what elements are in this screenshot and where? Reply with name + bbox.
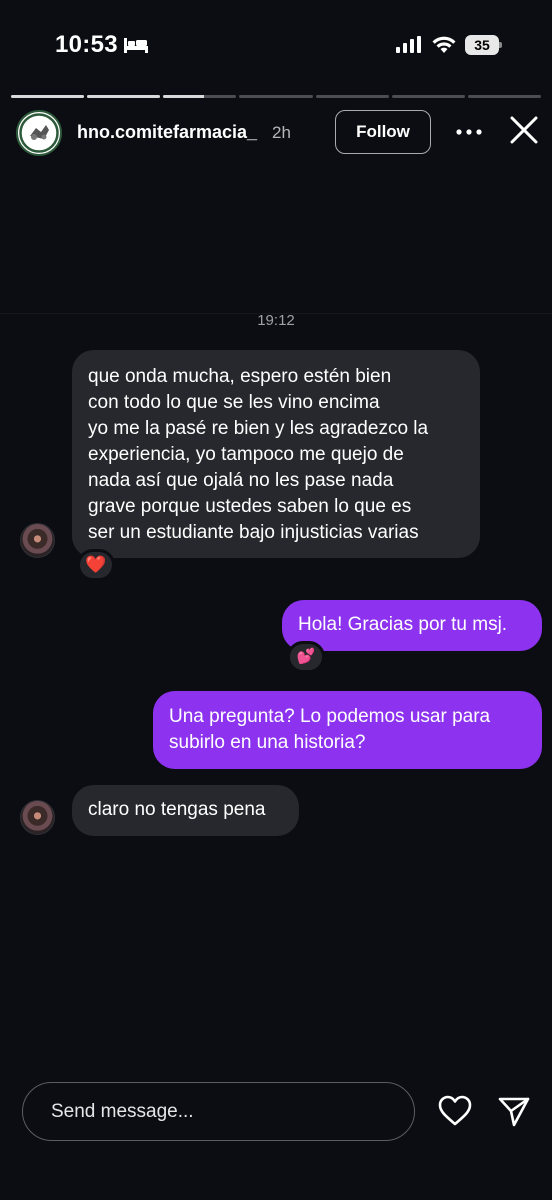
status-time: 10:53 xyxy=(55,31,118,58)
heart-reaction[interactable]: ❤️ xyxy=(77,549,115,581)
story-progress-bar xyxy=(11,95,541,98)
send-icon[interactable] xyxy=(497,1094,531,1128)
post-time: 2h xyxy=(272,123,291,142)
incoming-message[interactable]: claro no tengas pena xyxy=(72,785,299,836)
story-header: hno.comitefarmacia_ 2h Follow xyxy=(0,108,552,158)
profile-avatar[interactable] xyxy=(16,110,62,156)
story-progress-segment xyxy=(163,95,237,98)
logo-icon xyxy=(19,113,59,153)
status-bar: 10:53 35 xyxy=(0,0,552,90)
wifi-icon xyxy=(432,36,456,53)
message-timestamp: 19:12 xyxy=(257,312,295,329)
follow-button[interactable]: Follow xyxy=(335,110,431,154)
bed-icon xyxy=(124,38,148,53)
username[interactable]: hno.comitefarmacia_ xyxy=(77,122,257,143)
close-icon[interactable] xyxy=(508,114,540,146)
story-progress-segment xyxy=(11,95,85,98)
sender-avatar[interactable] xyxy=(20,800,55,835)
battery-level: 35 xyxy=(465,35,499,55)
outgoing-message[interactable]: Una pregunta? Lo podemos usar para subir… xyxy=(153,691,542,769)
message-composer[interactable]: Send message... xyxy=(22,1082,415,1141)
story-progress-segment xyxy=(239,95,313,98)
sender-avatar[interactable] xyxy=(20,523,55,558)
outgoing-message[interactable]: Hola! Gracias por tu msj. xyxy=(282,600,542,651)
story-progress-segment xyxy=(315,95,389,98)
incoming-message[interactable]: que onda mucha, espero estén bien con to… xyxy=(72,350,480,558)
story-progress-segment xyxy=(391,95,465,98)
signal-icon xyxy=(396,36,421,53)
battery-icon: 35 xyxy=(465,35,502,55)
story-progress-segment xyxy=(87,95,161,98)
story-progress-segment xyxy=(467,95,541,98)
message-input[interactable]: Send message... xyxy=(51,1101,194,1123)
more-icon[interactable] xyxy=(455,122,483,142)
heart-icon[interactable] xyxy=(438,1095,472,1127)
hearts-reaction[interactable]: 💕 xyxy=(287,641,325,673)
